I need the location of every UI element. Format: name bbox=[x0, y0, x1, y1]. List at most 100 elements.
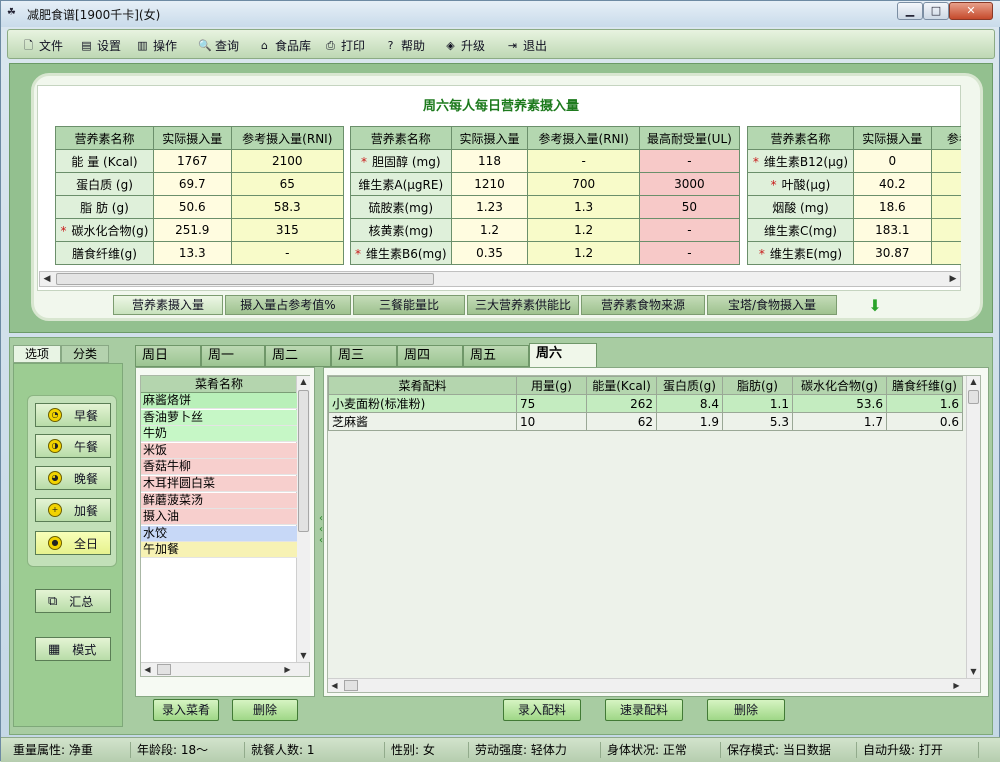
mode-button[interactable]: ▦ 模式 bbox=[35, 637, 111, 661]
scroll-thumb[interactable] bbox=[157, 664, 171, 675]
day-tab[interactable]: 周一 bbox=[201, 345, 265, 367]
nutrient-row: * 胆固醇 (mg) 118- - bbox=[350, 149, 741, 173]
menu-upgrade[interactable]: ◈ 升级 bbox=[444, 37, 485, 53]
dish-hscroll[interactable]: ◀ ▶ bbox=[141, 662, 309, 676]
nutrient-row: * 维生素E(mg) 30.87 bbox=[747, 241, 961, 265]
app-window: ☘ 减肥食谱[1900千卡](女) ▁ □ ✕ 🗋 文件 ▤ 设置 ▥ 操作 🔍 查询 ⌂ 食品库… bbox=[0, 0, 1000, 762]
day-tab[interactable]: 周四 bbox=[397, 345, 463, 367]
delete-dish-button[interactable]: 删除 bbox=[232, 699, 298, 721]
menu-exit[interactable]: ⇥ 退出 bbox=[506, 37, 547, 53]
status-item: 保存模式: 当日数据 bbox=[725, 742, 857, 758]
day-tab[interactable]: 周五 bbox=[463, 345, 529, 367]
close-button[interactable]: ✕ bbox=[949, 2, 993, 20]
dish-vscroll[interactable]: ▲ ▼ bbox=[296, 376, 310, 662]
meal-button[interactable]: ◔ 早餐 bbox=[35, 403, 111, 427]
nutrient-row: 核黄素(mg) 1.2 1.2- bbox=[350, 218, 741, 242]
scroll-up-icon[interactable]: ▲ bbox=[967, 376, 980, 388]
menu-house[interactable]: ⌂ 食品库 bbox=[258, 37, 311, 53]
report-tab[interactable]: 营养素摄入量 bbox=[113, 295, 223, 315]
report-scrollbar[interactable]: ◀ ▶ bbox=[39, 271, 961, 287]
scroll-right-icon[interactable]: ▶ bbox=[281, 663, 294, 676]
nutrient-name: * 维生素B6(mg) bbox=[350, 241, 452, 265]
menu-help[interactable]: ? 帮助 bbox=[384, 37, 425, 53]
ingredient-vscroll[interactable]: ▲ ▼ bbox=[966, 376, 980, 678]
menu-printer[interactable]: ⎙ 打印 bbox=[324, 37, 365, 53]
scroll-up-icon[interactable]: ▲ bbox=[297, 376, 310, 388]
menu-label: 帮助 bbox=[401, 38, 426, 53]
house-icon: ⌂ bbox=[261, 38, 268, 52]
window-title: 减肥食谱[1900千卡](女) bbox=[27, 8, 161, 22]
dish-row[interactable]: 香菇牛柳 bbox=[141, 459, 297, 476]
scroll-right-icon[interactable]: ▶ bbox=[950, 679, 963, 692]
day-tab[interactable]: 周六 bbox=[529, 343, 597, 369]
scroll-thumb[interactable] bbox=[56, 273, 434, 285]
dish-row[interactable]: 麻酱烙饼 bbox=[141, 393, 297, 409]
nutrient-actual: 1.23 bbox=[450, 195, 529, 219]
minimize-button[interactable]: ▁ bbox=[897, 2, 923, 20]
nutrient-name: 膳食纤维(g) bbox=[55, 241, 154, 265]
menu-search[interactable]: 🔍 查询 bbox=[198, 37, 239, 53]
dish-row[interactable]: 米饭 bbox=[141, 442, 297, 459]
nutrient-rni bbox=[930, 241, 961, 265]
scroll-right-icon[interactable]: ▶ bbox=[946, 273, 960, 285]
nutrient-row: * 维生素B6(mg) 0.35 1.2- bbox=[350, 241, 741, 265]
chart-icon: ▥ bbox=[137, 38, 148, 52]
column-header: 脂肪(g) bbox=[722, 376, 793, 395]
scroll-down-icon[interactable]: ▼ bbox=[967, 666, 980, 678]
scroll-down-icon[interactable]: ▼ bbox=[297, 650, 310, 662]
quick-ingredient-button[interactable]: 速录配料 bbox=[605, 699, 683, 721]
summary-button[interactable]: ⧉ 汇总 bbox=[35, 589, 111, 613]
dish-row[interactable]: 午加餐 bbox=[141, 542, 297, 559]
report-tab[interactable]: 摄入量占参考值% bbox=[225, 295, 351, 315]
scroll-thumb[interactable] bbox=[344, 680, 358, 691]
delete-ingredient-button[interactable]: 删除 bbox=[707, 699, 785, 721]
dish-row[interactable]: 木耳拌圆白菜 bbox=[141, 476, 297, 492]
dish-row[interactable]: 牛奶 bbox=[141, 426, 297, 443]
arrow-down-icon[interactable]: ⬇ bbox=[867, 298, 883, 315]
day-tab[interactable]: 周二 bbox=[265, 345, 331, 367]
menu-label: 退出 bbox=[523, 38, 548, 53]
nutrient-table-vitamins: 营养素名称 实际摄入量 参考摄入量(RNI) 最高耐受量(UL) * 胆固醇 (mg) 11… bbox=[350, 126, 741, 265]
ingredient-row[interactable]: 芝麻酱 10 62 1.9 5.3 1.7 0.6 bbox=[328, 412, 963, 431]
scroll-thumb[interactable] bbox=[968, 390, 979, 404]
nutrient-rni bbox=[930, 218, 961, 242]
menu-settings[interactable]: ▤ 设置 bbox=[80, 37, 121, 53]
column-header: 营养素名称 bbox=[350, 126, 452, 150]
side-tab-category[interactable]: 分类 bbox=[61, 345, 109, 363]
report-tab[interactable]: 营养素食物来源 bbox=[581, 295, 705, 315]
scroll-thumb[interactable] bbox=[298, 390, 309, 532]
scroll-left-icon[interactable]: ◀ bbox=[40, 273, 54, 285]
ingredient-row[interactable]: 小麦面粉(标准粉) 75 262 8.4 1.1 53.6 1.6 bbox=[328, 394, 963, 413]
dish-row[interactable]: 水饺 bbox=[141, 525, 297, 542]
maximize-button[interactable]: □ bbox=[923, 2, 949, 20]
nutrient-name: 硫胺素(mg) bbox=[350, 195, 452, 219]
add-ingredient-button[interactable]: 录入配料 bbox=[503, 699, 581, 721]
clock-icon: ◕ bbox=[48, 471, 62, 485]
menu-chart[interactable]: ▥ 操作 bbox=[136, 37, 177, 53]
dish-row[interactable]: 鲜蘑菠菜汤 bbox=[141, 492, 297, 509]
column-header: 参考摄入量(RNI) bbox=[230, 126, 345, 150]
nutrient-actual: 0.35 bbox=[450, 241, 529, 265]
meal-button[interactable]: ◑ 午餐 bbox=[35, 434, 111, 458]
day-tab[interactable]: 周三 bbox=[331, 345, 397, 367]
nutrient-ul: 50 bbox=[638, 195, 741, 219]
nutrient-ul: - bbox=[638, 149, 741, 173]
ingredient-hscroll[interactable]: ◀ ▶ bbox=[328, 678, 980, 692]
report-tab[interactable]: 三餐能量比 bbox=[353, 295, 465, 315]
add-dish-button[interactable]: 录入菜肴 bbox=[153, 699, 219, 721]
report-tab[interactable]: 三大营养素供能比 bbox=[467, 295, 579, 315]
day-tab[interactable]: 周日 bbox=[135, 345, 201, 367]
dish-row[interactable]: 摄入油 bbox=[141, 509, 297, 526]
meal-button[interactable]: ◕ 晚餐 bbox=[35, 466, 111, 490]
scroll-left-icon[interactable]: ◀ bbox=[141, 663, 154, 676]
dish-row[interactable]: 香油萝卜丝 bbox=[141, 409, 297, 426]
side-tab-options[interactable]: 选项 bbox=[13, 345, 61, 363]
exit-icon: ⇥ bbox=[507, 38, 518, 52]
scroll-left-icon[interactable]: ◀ bbox=[328, 679, 341, 692]
app-logo-icon: ☘ bbox=[7, 7, 16, 18]
ingredient-energy: 262 bbox=[586, 394, 657, 413]
report-tab[interactable]: 宝塔/食物摄入量 bbox=[707, 295, 837, 315]
meal-button[interactable]: + 加餐 bbox=[35, 498, 111, 522]
meal-button[interactable]: ● 全日 bbox=[35, 531, 111, 555]
menu-file[interactable]: 🗋 文件 bbox=[22, 37, 63, 53]
